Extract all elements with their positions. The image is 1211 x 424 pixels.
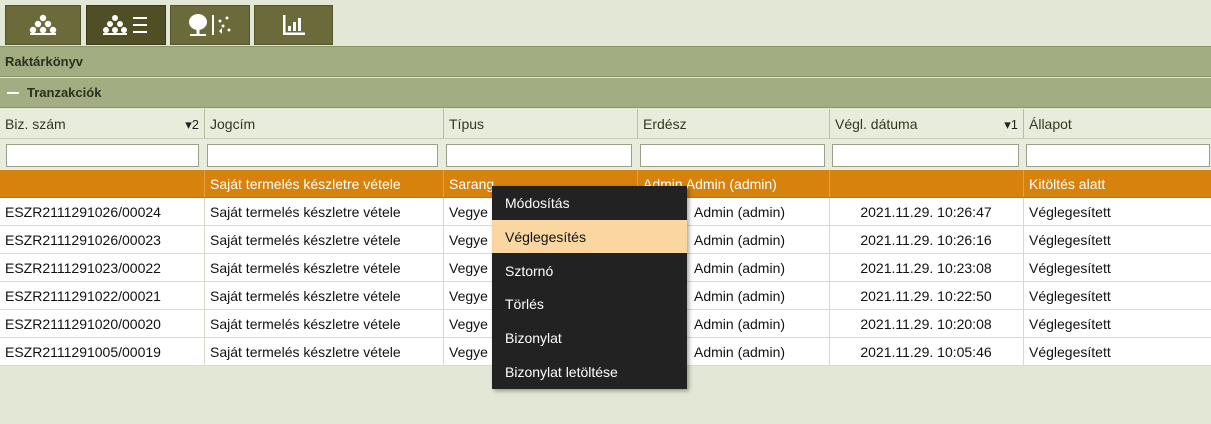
forest-list-icon bbox=[103, 14, 149, 36]
grid-header-row: Biz. szám ▾2 Jogcím Típus Erdész Végl. d… bbox=[0, 109, 1211, 139]
grid-filter-row bbox=[0, 139, 1211, 170]
column-header-allapot[interactable]: Állapot bbox=[1023, 109, 1211, 138]
table-cell-datum: 2021.11.29. 10:22:50 bbox=[829, 282, 1022, 309]
context-menu: Módosítás Véglegesítés Sztornó Törlés Bi… bbox=[492, 186, 687, 389]
menu-item-modositas[interactable]: Módosítás bbox=[492, 186, 687, 219]
table-cell-allapot: Véglegesített bbox=[1023, 282, 1211, 309]
table-cell-biz bbox=[0, 170, 203, 197]
table-cell-datum: 2021.11.29. 10:26:16 bbox=[829, 226, 1022, 253]
menu-item-bizonylat-letoltese[interactable]: Bizonylat letöltése bbox=[492, 355, 687, 388]
menu-item-bizonylat[interactable]: Bizonylat bbox=[492, 321, 687, 354]
column-header-biz-szam[interactable]: Biz. szám ▾2 bbox=[0, 109, 203, 138]
section-title: Raktárkönyv bbox=[5, 54, 84, 69]
section-title-bar: Raktárkönyv bbox=[0, 46, 1211, 77]
table-cell-jogcim: Saját termelés készletre vétele bbox=[204, 226, 442, 253]
filter-input-vegl-datuma[interactable] bbox=[832, 144, 1019, 167]
table-cell-biz: ESZR2111291023/00022 bbox=[5, 259, 161, 276]
transactions-panel-header[interactable]: Tranzakciók bbox=[0, 78, 1211, 108]
filter-input-allapot[interactable] bbox=[1026, 144, 1210, 167]
menu-item-veglegesites[interactable]: Véglegesítés bbox=[492, 220, 687, 253]
table-cell-jogcim: Saját termelés készletre vétele bbox=[204, 170, 442, 197]
tree-transfer-icon bbox=[187, 13, 233, 37]
table-cell-datum bbox=[829, 170, 1022, 197]
table-cell-allapot: Véglegesített bbox=[1023, 338, 1211, 365]
forest-view-button[interactable] bbox=[5, 5, 81, 45]
table-cell-jogcim: Saját termelés készletre vétele bbox=[204, 282, 442, 309]
panel-title: Tranzakciók bbox=[27, 85, 102, 100]
forest-list-button[interactable] bbox=[86, 5, 166, 45]
table-cell-biz: ESZR2111291026/00023 bbox=[5, 231, 161, 248]
toolbar bbox=[0, 0, 1211, 45]
chart-icon bbox=[282, 14, 306, 36]
menu-item-torles[interactable]: Törlés bbox=[492, 287, 687, 320]
chart-button[interactable] bbox=[254, 5, 333, 45]
table-cell-biz: ESZR2111291005/00019 bbox=[5, 343, 161, 360]
table-cell-biz: ESZR2111291022/00021 bbox=[5, 287, 161, 304]
table-cell-allapot: Kitöltés alatt bbox=[1023, 170, 1211, 197]
column-header-vegl-datuma[interactable]: Végl. dátuma ▾1 bbox=[829, 109, 1022, 138]
table-cell-datum: 2021.11.29. 10:26:47 bbox=[829, 198, 1022, 225]
table-cell-jogcim: Saját termelés készletre vétele bbox=[204, 254, 442, 281]
column-header-erdesz[interactable]: Erdész bbox=[637, 109, 828, 138]
menu-item-sztorno[interactable]: Sztornó bbox=[492, 254, 687, 287]
filter-input-jogcim[interactable] bbox=[207, 144, 438, 167]
sort-desc-icon: ▾2 bbox=[185, 117, 199, 132]
forest-icon bbox=[29, 14, 57, 36]
filter-input-erdesz[interactable] bbox=[640, 144, 825, 167]
column-header-jogcim[interactable]: Jogcím bbox=[204, 109, 442, 138]
table-cell-allapot: Véglegesített bbox=[1023, 226, 1211, 253]
tree-transfer-button[interactable] bbox=[170, 5, 250, 45]
table-cell-biz: ESZR2111291026/00024 bbox=[5, 203, 161, 220]
table-cell-allapot: Véglegesített bbox=[1023, 254, 1211, 281]
table-cell-biz: ESZR2111291020/00020 bbox=[5, 315, 161, 332]
table-cell-allapot: Véglegesített bbox=[1023, 310, 1211, 337]
column-header-tipus[interactable]: Típus bbox=[443, 109, 636, 138]
collapse-icon[interactable] bbox=[7, 91, 19, 94]
filter-input-tipus[interactable] bbox=[446, 144, 632, 167]
table-cell-jogcim: Saját termelés készletre vétele bbox=[204, 338, 442, 365]
table-cell-jogcim: Saját termelés készletre vétele bbox=[204, 310, 442, 337]
table-cell-datum: 2021.11.29. 10:05:46 bbox=[829, 338, 1022, 365]
table-cell-jogcim: Saját termelés készletre vétele bbox=[204, 198, 442, 225]
table-cell-datum: 2021.11.29. 10:20:08 bbox=[829, 310, 1022, 337]
sort-desc-icon: ▾1 bbox=[1004, 117, 1018, 132]
table-cell-datum: 2021.11.29. 10:23:08 bbox=[829, 254, 1022, 281]
table-cell-allapot: Véglegesített bbox=[1023, 198, 1211, 225]
filter-input-biz-szam[interactable] bbox=[6, 144, 199, 167]
